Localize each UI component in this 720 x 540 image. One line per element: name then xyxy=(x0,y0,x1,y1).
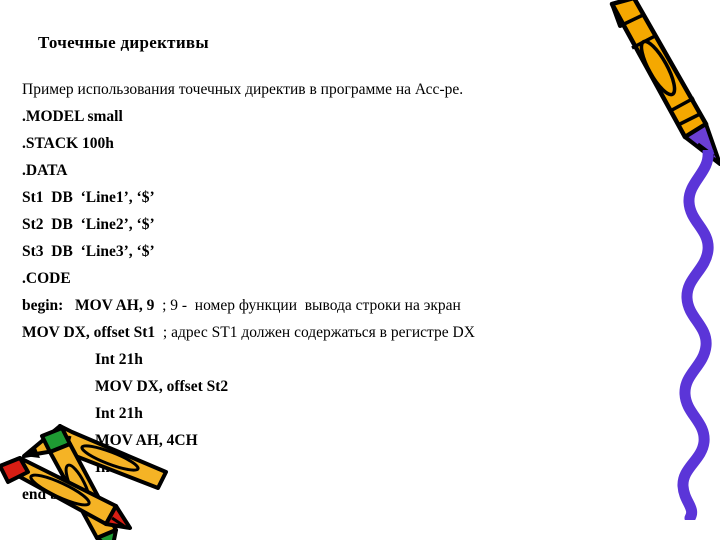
slide-body: Пример использования точечных директив в… xyxy=(22,76,682,508)
body-line: .CODE xyxy=(22,270,71,287)
body-line: St1 DB ‘Line1’, ‘$’ xyxy=(22,189,155,206)
body-line: Int 21h xyxy=(95,405,143,422)
code-fragment: begin: MOV AH, 9 xyxy=(22,297,155,314)
slide-canvas: Точечные директивы Пример использования … xyxy=(0,0,720,540)
body-line: St2 DB ‘Line2’, ‘$’ xyxy=(22,216,155,233)
code-fragment: MOV DX, offset St1 xyxy=(22,324,156,341)
body-line: St3 DB ‘Line3’, ‘$’ xyxy=(22,243,155,260)
body-line: Int 21h xyxy=(95,351,143,368)
body-line: begin: MOV AH, 9 ; 9 - номер функции выв… xyxy=(22,292,682,319)
body-line: .STACK 100h xyxy=(22,135,114,152)
page-title: Точечные директивы xyxy=(38,33,209,52)
body-line: Int 21h xyxy=(95,459,143,476)
body-line: .MODEL small xyxy=(22,108,123,125)
body-line: .DATA xyxy=(22,162,68,179)
comment-fragment: ; адрес ST1 должен содержаться в регистр… xyxy=(155,324,475,341)
body-line: Пример использования точечных директив в… xyxy=(22,81,464,98)
body-line: MOV DX, offset St1 ; адрес ST1 должен со… xyxy=(22,319,682,346)
comment-fragment: ; 9 - номер функции вывода строки на экр… xyxy=(154,297,461,314)
body-line: MOV AH, 4CH xyxy=(95,432,198,449)
body-line: end begin xyxy=(22,486,87,503)
body-line: MOV DX, offset St2 xyxy=(95,378,229,395)
